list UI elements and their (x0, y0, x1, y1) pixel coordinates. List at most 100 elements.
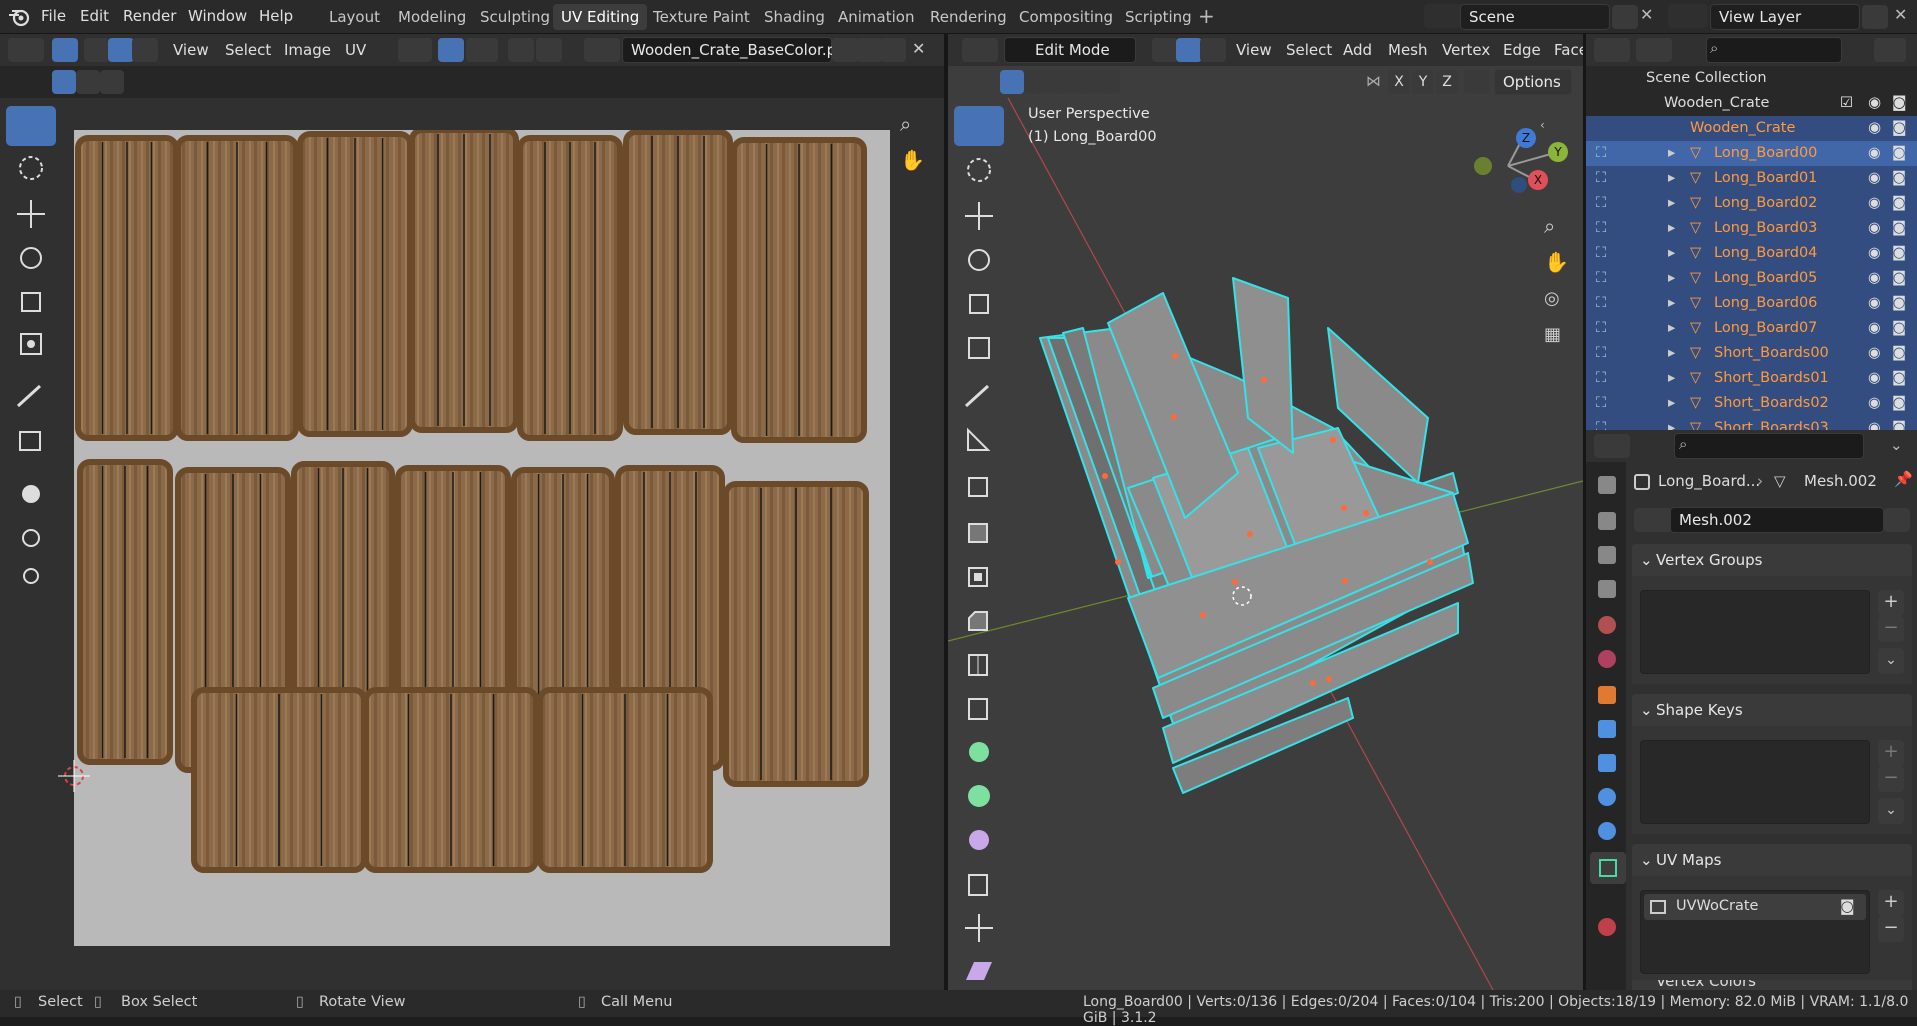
spin-tool-icon[interactable] (954, 776, 1004, 816)
mesh-browse-icon[interactable] (1634, 508, 1672, 532)
visibility-eye-icon[interactable]: ◉ (1868, 166, 1881, 191)
outliner-item-row[interactable]: ⛶ ▸ ▽ Short_Boards00 ◉ ◙ (1586, 341, 1917, 366)
3d-scene[interactable] (948, 98, 1583, 990)
outliner-editor-type-icon[interactable] (1594, 38, 1630, 62)
vp-select-extend-icon[interactable] (1024, 70, 1048, 94)
uv-menu-image[interactable]: Image (284, 41, 331, 59)
visibility-eye-icon[interactable]: ◉ (1868, 341, 1881, 366)
select-mode-extend-icon[interactable] (76, 70, 100, 94)
mirror-y-toggle[interactable]: Y (1412, 70, 1434, 94)
expand-icon[interactable]: ▸ (1668, 241, 1675, 266)
vp-rotate-tool-icon[interactable] (954, 240, 1004, 280)
outliner-item-row[interactable]: ⛶ ▸ ▽ Long_Board02 ◉ ◙ (1586, 191, 1917, 216)
uv-menu-view[interactable]: View (173, 41, 209, 59)
vp-scale-tool-icon[interactable] (954, 284, 1004, 324)
render-camera-icon[interactable]: ◙ (1892, 118, 1907, 136)
visibility-eye-icon[interactable]: ◉ (1868, 93, 1881, 111)
visibility-eye-icon[interactable]: ◉ (1868, 191, 1881, 216)
remove-scene-icon[interactable]: ✕ (1640, 5, 1653, 24)
pinch-tool-icon[interactable] (6, 556, 56, 596)
tab-rendering[interactable]: Rendering (922, 4, 1015, 30)
vp-measure-tool-icon[interactable] (954, 420, 1004, 460)
mirror-x-toggle[interactable]: X (1388, 70, 1410, 94)
image-name-field[interactable]: Wooden_Crate_BaseColor.png (622, 37, 855, 63)
menu-help[interactable]: Help (259, 7, 293, 25)
expand-icon[interactable]: ▸ (1668, 191, 1675, 216)
grab-tool-icon[interactable] (6, 474, 56, 514)
outliner-item-row[interactable]: ⛶ ▸ ▽ Short_Boards01 ◉ ◙ (1586, 366, 1917, 391)
particles-tab-icon[interactable] (1598, 754, 1616, 772)
visibility-eye-icon[interactable]: ◉ (1868, 391, 1881, 416)
breadcrumb-object[interactable]: Long_Board... (1658, 472, 1760, 490)
shape-keys-list[interactable] (1640, 740, 1870, 824)
auto-merge-icon[interactable] (1464, 70, 1490, 94)
edit-mode-toggle-icon[interactable]: ⛶ (1596, 241, 1606, 266)
vp-pan-hand-icon[interactable]: ✋ (1544, 250, 1569, 274)
mesh-fake-user-icon[interactable] (1884, 508, 1910, 532)
falloff-icon[interactable] (536, 38, 562, 62)
camera-view-icon[interactable]: ◎ (1544, 288, 1560, 309)
edit-mode-toggle-icon[interactable]: ⛶ (1596, 341, 1606, 366)
edit-mode-toggle-icon[interactable]: ⛶ (1596, 266, 1606, 291)
pan-hand-icon[interactable]: ✋ (900, 148, 925, 172)
poly-build-tool-icon[interactable] (954, 732, 1004, 772)
expand-icon[interactable]: ▸ (1668, 291, 1675, 316)
copy-scene-icon[interactable] (1612, 5, 1638, 29)
visibility-eye-icon[interactable]: ◉ (1868, 241, 1881, 266)
uv-menu-select[interactable]: Select (225, 41, 271, 59)
gizmo-neg-y-icon[interactable] (1474, 157, 1492, 175)
edge-select-icon[interactable] (108, 38, 134, 62)
data-tab-icon[interactable] (1590, 852, 1626, 884)
move-tool-icon[interactable] (6, 194, 56, 234)
remove-vertex-group-button[interactable]: − (1878, 616, 1904, 642)
shape-key-specials-icon[interactable]: ⌄ (1878, 798, 1904, 824)
menu-window[interactable]: Window (188, 7, 247, 25)
render-camera-icon[interactable]: ◙ (1892, 341, 1906, 366)
blender-logo-icon[interactable] (8, 7, 30, 27)
mode-dropdown[interactable]: Edit Mode (1004, 37, 1136, 63)
viewport-menu-view[interactable]: View (1236, 41, 1272, 59)
vp-select-intersect-icon[interactable] (1096, 70, 1120, 94)
menu-render[interactable]: Render (123, 7, 176, 25)
outliner-item-row[interactable]: ⛶ ▸ ▽ Long_Board00 ◉ ◙ (1586, 141, 1917, 166)
open-image-icon[interactable] (880, 38, 906, 62)
render-camera-icon[interactable]: ◙ (1892, 266, 1906, 291)
render-camera-icon[interactable]: ◙ (1892, 291, 1906, 316)
visibility-eye-icon[interactable]: ◉ (1868, 216, 1881, 241)
scene-field[interactable]: Scene (1460, 4, 1610, 30)
rip-tool-icon[interactable] (6, 420, 56, 460)
physics-tab-icon[interactable] (1598, 788, 1616, 806)
visibility-eye-icon[interactable]: ◉ (1868, 366, 1881, 391)
scene-collection-row[interactable]: Scene Collection (1586, 66, 1917, 91)
smooth-tool-icon[interactable] (954, 820, 1004, 860)
tab-uv-editing[interactable]: UV Editing (553, 4, 648, 30)
collapse-gizmo-icon[interactable]: ‹ (1540, 118, 1545, 132)
vp-move-tool-icon[interactable] (954, 196, 1004, 236)
inset-tool-icon[interactable] (954, 556, 1004, 596)
copy-view-layer-icon[interactable] (1862, 5, 1888, 29)
face-select-icon[interactable] (132, 38, 158, 62)
edit-mode-toggle-icon[interactable]: ⛶ (1596, 391, 1606, 416)
pin-icon[interactable]: 📌 (1894, 470, 1913, 488)
tab-animation[interactable]: Animation (830, 4, 922, 30)
remove-uv-map-button[interactable]: − (1878, 916, 1904, 942)
vp-cursor-tool-icon[interactable] (954, 150, 1004, 190)
expand-icon[interactable]: ▸ (1668, 316, 1675, 341)
material-tab-icon[interactable] (1598, 918, 1616, 936)
cursor-tool-icon[interactable] (6, 148, 56, 188)
select-mode-new-icon[interactable] (52, 70, 76, 94)
vp-annotate-tool-icon[interactable] (954, 376, 1004, 416)
outliner-item-row[interactable]: ⛶ ▸ ▽ Long_Board05 ◉ ◙ (1586, 266, 1917, 291)
outliner-search-input[interactable] (1706, 37, 1842, 63)
unlink-image-icon[interactable]: ✕ (912, 39, 925, 58)
uv-menu-uv[interactable]: UV (345, 41, 366, 59)
view-layer-field[interactable]: View Layer (1710, 4, 1860, 30)
remove-view-layer-icon[interactable]: ✕ (1894, 5, 1907, 24)
world-tab-icon[interactable] (1598, 650, 1616, 668)
vp-select-new-icon[interactable] (1000, 70, 1024, 94)
gizmo-z-axis[interactable]: Z (1516, 128, 1536, 148)
breadcrumb-mesh[interactable]: Mesh.002 (1804, 472, 1877, 490)
tab-shading[interactable]: Shading (756, 4, 833, 30)
expand-icon[interactable]: ▸ (1668, 341, 1675, 366)
properties-editor-type-icon[interactable] (1594, 434, 1630, 458)
